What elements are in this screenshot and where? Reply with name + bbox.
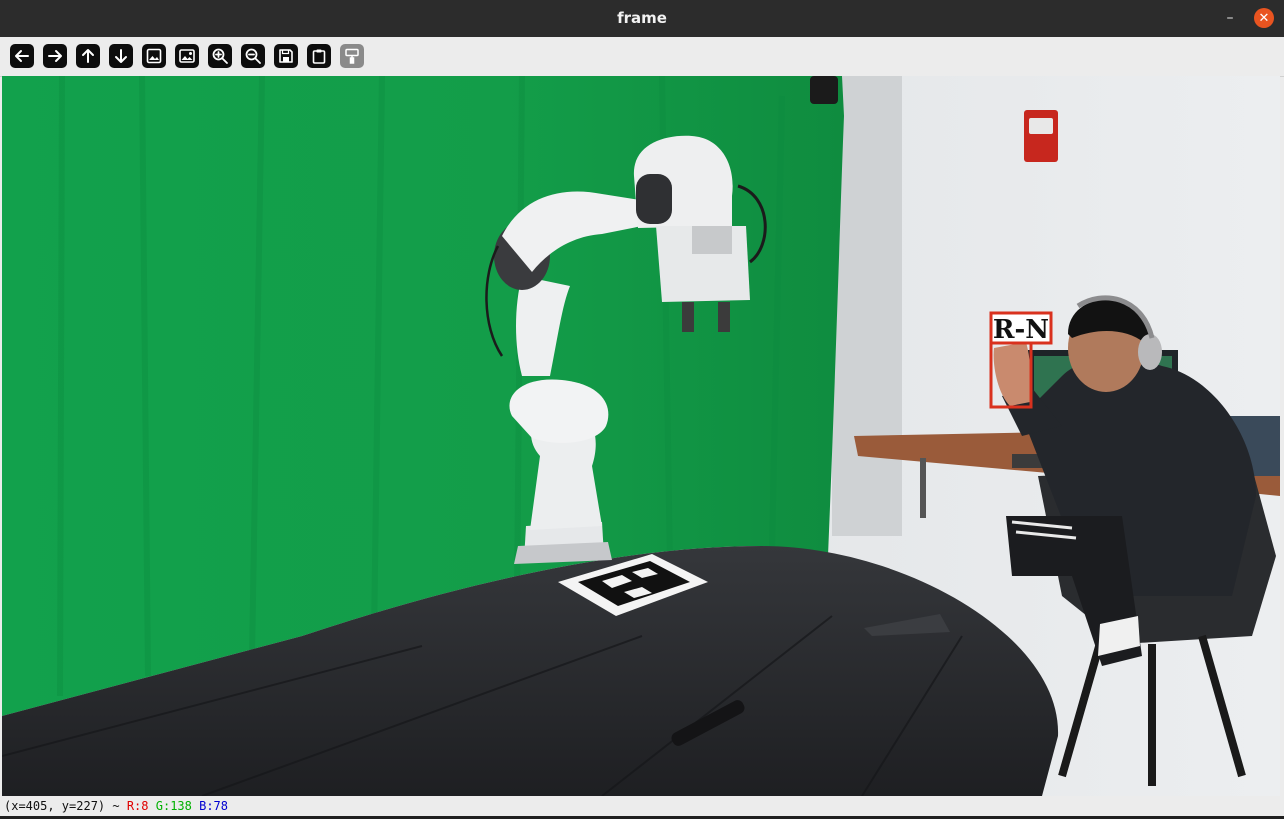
camera-frame: R-N	[2, 76, 1280, 796]
window-title: frame	[617, 9, 667, 27]
properties-button[interactable]	[340, 44, 364, 68]
image-canvas[interactable]: R-N	[2, 76, 1280, 796]
minimize-button[interactable]: –	[1220, 8, 1240, 28]
zoom-in-button[interactable]	[208, 44, 232, 68]
detection-label: R-N	[993, 315, 1049, 345]
save-button[interactable]	[274, 44, 298, 68]
pan-up-button[interactable]	[76, 44, 100, 68]
pan-down-button[interactable]	[109, 44, 133, 68]
title-bar[interactable]: frame – ✕	[0, 0, 1284, 37]
image-icon	[146, 48, 162, 64]
image-detail-icon	[179, 49, 195, 63]
speaker	[810, 76, 838, 104]
pan-right-button[interactable]	[43, 44, 67, 68]
arrow-right-icon	[48, 50, 62, 62]
arrow-left-icon	[15, 50, 29, 62]
arrow-down-icon	[115, 49, 127, 63]
zoom-in-icon	[212, 48, 228, 64]
clipboard-icon	[312, 49, 326, 64]
pan-left-button[interactable]	[10, 44, 34, 68]
zoom-original-button[interactable]	[175, 44, 199, 68]
floppy-disk-icon	[279, 49, 293, 63]
status-bar: (x=405, y=227) ~ R:8 G:138 B:78	[0, 796, 1284, 816]
toolbar	[0, 37, 1284, 77]
close-button[interactable]: ✕	[1254, 8, 1274, 28]
pixel-green-value: G:138	[155, 799, 192, 813]
zoom-fit-button[interactable]	[142, 44, 166, 68]
paint-brush-icon	[345, 48, 359, 64]
cursor-coords: (x=405, y=227) ~	[4, 799, 120, 813]
arrow-up-icon	[82, 49, 94, 63]
zoom-out-icon	[245, 48, 261, 64]
pixel-blue-value: B:78	[199, 799, 229, 813]
zoom-out-button[interactable]	[241, 44, 265, 68]
fire-alarm	[1024, 110, 1058, 162]
opencv-window: frame – ✕ R-N (x=405, y=227) ~ R:8 G:138…	[0, 0, 1284, 819]
copy-clipboard-button[interactable]	[307, 44, 331, 68]
pixel-red-value: R:8	[126, 799, 149, 813]
